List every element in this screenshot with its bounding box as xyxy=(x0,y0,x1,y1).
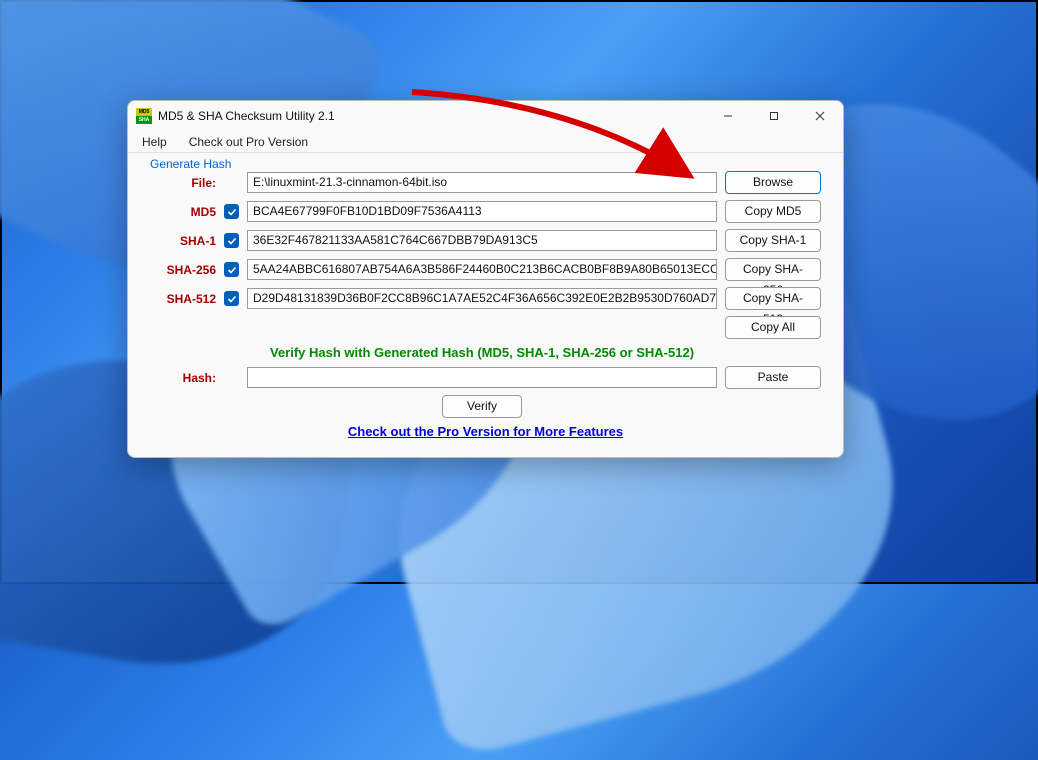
file-path-input[interactable]: E:\linuxmint-21.3-cinnamon-64bit.iso xyxy=(247,172,717,193)
md5-label: MD5 xyxy=(150,205,216,219)
menu-pro[interactable]: Check out Pro Version xyxy=(183,133,314,151)
sha256-label: SHA-256 xyxy=(150,263,216,277)
sha512-checkbox[interactable] xyxy=(224,291,239,306)
window-title: MD5 & SHA Checksum Utility 2.1 xyxy=(158,109,335,123)
md5-output[interactable]: BCA4E67799F0FB10D1BD09F7536A4113 xyxy=(247,201,717,222)
titlebar[interactable]: MD5SHA MD5 & SHA Checksum Utility 2.1 xyxy=(128,101,843,131)
hash-input[interactable] xyxy=(247,367,717,388)
verify-heading: Verify Hash with Generated Hash (MD5, SH… xyxy=(247,345,717,360)
generate-hash-group: Generate Hash File: E:\linuxmint-21.3-ci… xyxy=(138,159,833,447)
sha1-label: SHA-1 xyxy=(150,234,216,248)
sha256-output[interactable]: 5AA24ABBC616807AB754A6A3B586F24460B0C213… xyxy=(247,259,717,280)
close-button[interactable] xyxy=(797,101,843,131)
menubar: Help Check out Pro Version xyxy=(128,131,843,153)
verify-button[interactable]: Verify xyxy=(442,395,522,418)
copy-md5-button[interactable]: Copy MD5 xyxy=(725,200,821,223)
hash-label: Hash: xyxy=(150,371,216,385)
group-title: Generate Hash xyxy=(146,157,235,171)
app-icon: MD5SHA xyxy=(136,108,152,124)
sha256-checkbox[interactable] xyxy=(224,262,239,277)
pro-version-link[interactable]: Check out the Pro Version for More Featu… xyxy=(150,424,821,439)
sha1-output[interactable]: 36E32F467821133AA581C764C667DBB79DA913C5 xyxy=(247,230,717,251)
sha1-checkbox[interactable] xyxy=(224,233,239,248)
copy-all-button[interactable]: Copy All xyxy=(725,316,821,339)
app-window: MD5SHA MD5 & SHA Checksum Utility 2.1 He… xyxy=(127,100,844,458)
minimize-button[interactable] xyxy=(705,101,751,131)
copy-sha512-button[interactable]: Copy SHA-512 xyxy=(725,287,821,310)
file-label: File: xyxy=(150,176,216,190)
md5-checkbox[interactable] xyxy=(224,204,239,219)
browse-button[interactable]: Browse xyxy=(725,171,821,194)
copy-sha1-button[interactable]: Copy SHA-1 xyxy=(725,229,821,252)
copy-sha256-button[interactable]: Copy SHA-256 xyxy=(725,258,821,281)
sha512-label: SHA-512 xyxy=(150,292,216,306)
paste-button[interactable]: Paste xyxy=(725,366,821,389)
maximize-button[interactable] xyxy=(751,101,797,131)
sha512-output[interactable]: D29D48131839D36B0F2CC8B96C1A7AE52C4F36A6… xyxy=(247,288,717,309)
menu-help[interactable]: Help xyxy=(136,133,173,151)
